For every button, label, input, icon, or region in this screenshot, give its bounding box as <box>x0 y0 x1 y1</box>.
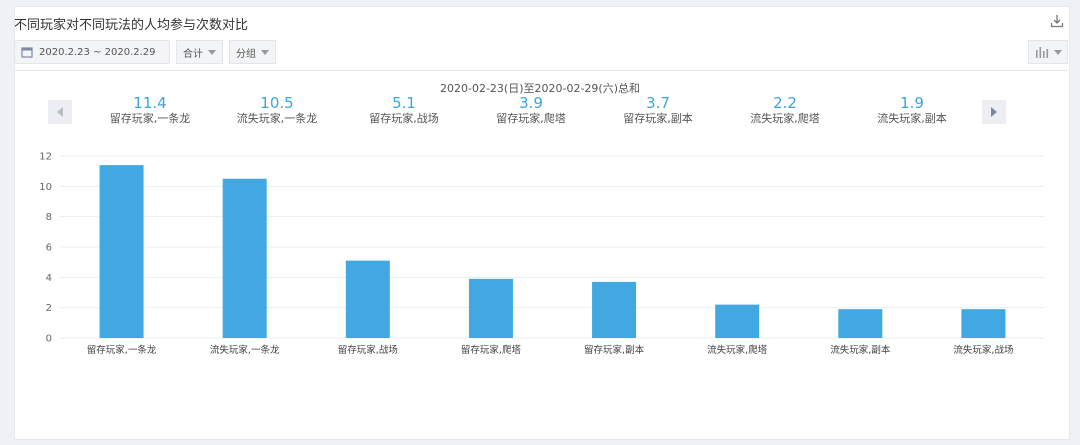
summary-value: 1.9 <box>900 94 924 112</box>
y-tick-label: 2 <box>46 303 52 314</box>
header-divider <box>14 70 1068 71</box>
y-tick-label: 0 <box>46 334 52 345</box>
y-tick-label: 10 <box>39 182 52 193</box>
summary-item: 1.9 流失玩家,副本 <box>848 94 976 126</box>
summary-value: 5.1 <box>392 94 416 112</box>
download-icon[interactable] <box>1050 14 1064 28</box>
summary-label: 流失玩家,爬塔 <box>750 112 820 125</box>
summary-value: 10.5 <box>260 94 294 112</box>
x-tick-label: 流失玩家,一条龙 <box>210 344 280 356</box>
group-dropdown[interactable]: 分组 <box>229 40 276 64</box>
x-tick-label: 流失玩家,爬塔 <box>707 344 768 356</box>
summary-item: 11.4 留存玩家,一条龙 <box>86 94 214 126</box>
x-tick-label: 留存玩家,战场 <box>338 344 398 356</box>
x-tick-label: 留存玩家,副本 <box>584 344 645 356</box>
y-tick-label: 12 <box>39 152 52 163</box>
summary-item: 2.2 流失玩家,爬塔 <box>721 94 849 126</box>
summary-value: 3.9 <box>519 94 543 112</box>
chevron-left-icon <box>57 107 63 117</box>
x-tick-label: 留存玩家,爬塔 <box>461 344 522 356</box>
summary-label: 流失玩家,一条龙 <box>236 112 318 125</box>
summary-item: 10.5 流失玩家,一条龙 <box>213 94 341 126</box>
bar-chart-icon <box>1035 47 1048 58</box>
chart-type-selector[interactable] <box>1028 40 1068 64</box>
bar <box>468 278 513 338</box>
bar <box>715 304 760 338</box>
group-label: 分组 <box>236 48 256 60</box>
summary-label: 留存玩家,爬塔 <box>496 112 566 125</box>
summary-label: 留存玩家,副本 <box>623 112 693 125</box>
y-tick-label: 6 <box>46 243 52 254</box>
calendar-icon <box>21 47 33 58</box>
x-tick-label: 留存玩家,一条龙 <box>87 344 157 356</box>
y-tick-label: 4 <box>46 273 52 284</box>
bar <box>961 309 1006 338</box>
summary-row: 11.4 留存玩家,一条龙 10.5 流失玩家,一条龙 5.1 留存玩家,战场 … <box>86 94 976 130</box>
bar-chart: 0 2 4 6 8 10 12 留存玩家,一条龙 流失玩家,一条龙 留存玩家,战场 留存玩家,爬塔 留… <box>39 152 1045 356</box>
x-tick-label: 流失玩家,战场 <box>953 344 1013 356</box>
aggregate-label: 合计 <box>183 48 203 60</box>
summary-label: 留存玩家,战场 <box>369 112 439 125</box>
chevron-right-icon <box>991 107 997 117</box>
chevron-down-icon <box>208 49 216 55</box>
date-range-text: 2020.2.23 ~ 2020.2.29 <box>39 46 156 58</box>
bar <box>222 178 267 338</box>
summary-prev-button[interactable] <box>48 100 72 124</box>
bar <box>99 165 144 338</box>
bar <box>592 281 637 338</box>
summary-label: 流失玩家,副本 <box>877 112 947 125</box>
summary-item: 3.9 留存玩家,爬塔 <box>467 94 595 126</box>
filter-toolbar: 2020.2.23 ~ 2020.2.29 合计 分组 <box>14 40 276 64</box>
chart-title: 不同玩家对不同玩法的人均参与次数对比 <box>14 18 249 33</box>
bar <box>838 309 883 338</box>
chevron-down-icon <box>261 49 269 55</box>
aggregate-dropdown[interactable]: 合计 <box>176 40 223 64</box>
chevron-down-icon <box>1053 49 1062 55</box>
summary-item: 5.1 留存玩家,战场 <box>340 94 468 126</box>
summary-value: 3.7 <box>646 94 670 112</box>
summary-value: 11.4 <box>133 94 167 112</box>
x-tick-label: 流失玩家,副本 <box>830 344 891 356</box>
bar <box>345 260 390 338</box>
summary-next-button[interactable] <box>982 100 1006 124</box>
y-tick-label: 8 <box>46 212 52 223</box>
summary-label: 留存玩家,一条龙 <box>109 112 191 125</box>
summary-item: 3.7 留存玩家,副本 <box>594 94 722 126</box>
date-range-picker[interactable]: 2020.2.23 ~ 2020.2.29 <box>14 40 170 64</box>
summary-value: 2.2 <box>773 94 797 112</box>
